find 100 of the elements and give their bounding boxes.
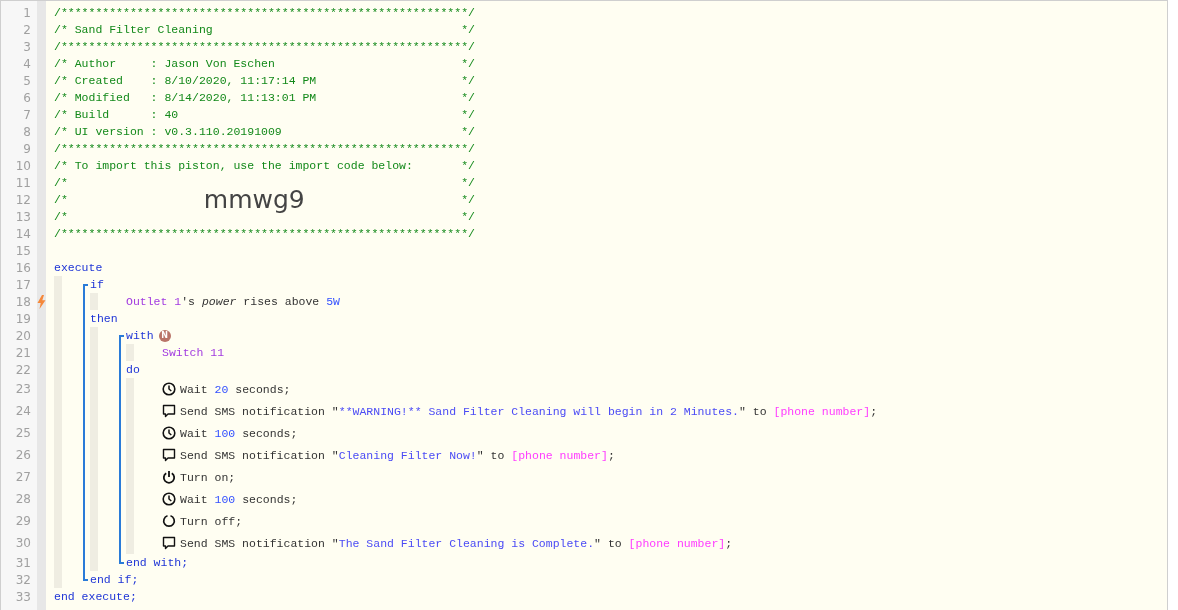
clock-icon bbox=[162, 426, 176, 440]
line-number: 6 bbox=[23, 90, 32, 105]
string-literal: The Sand Filter Cleaning is Complete. bbox=[338, 536, 595, 550]
code-keyword: then bbox=[90, 312, 118, 325]
code-text: ; bbox=[870, 404, 878, 418]
line-number: 32 bbox=[15, 572, 32, 587]
line-number: 7 bbox=[23, 107, 32, 122]
code-text: " to bbox=[476, 448, 506, 462]
import-code: mmwg9 bbox=[203, 185, 305, 214]
code-comment: /* Author : Jason Von Eschen bbox=[54, 57, 275, 70]
clock-icon bbox=[162, 382, 176, 396]
code-comment: /* Created : 8/10/2020, 11:17:14 PM bbox=[54, 74, 317, 87]
code-comment: /* bbox=[54, 193, 68, 206]
line-number: 22 bbox=[15, 362, 32, 377]
code-comment: /* UI version : v0.3.110.20191009 bbox=[54, 125, 282, 138]
line-number: 28 bbox=[15, 492, 32, 506]
speech-bubble-icon bbox=[162, 536, 176, 550]
code-comment: /* bbox=[54, 176, 68, 189]
line-number: 33 bbox=[15, 589, 32, 604]
line-number: 10 bbox=[15, 158, 32, 173]
code-comment: */ bbox=[461, 125, 475, 138]
line-number: 15 bbox=[15, 243, 32, 258]
code-comment: */ bbox=[461, 108, 475, 121]
speech-bubble-icon bbox=[162, 448, 176, 462]
mode-badge: N bbox=[158, 329, 171, 342]
variable-reference: [phone number] bbox=[628, 536, 726, 550]
line-number: 16 bbox=[15, 260, 32, 275]
power-icon bbox=[162, 470, 176, 484]
line-number: 5 bbox=[23, 73, 32, 88]
code-comment: /***********************************************************/ bbox=[54, 142, 475, 155]
code-comment: /* Sand Filter Cleaning bbox=[54, 23, 213, 36]
code-keyword: end with; bbox=[126, 556, 189, 569]
ring-icon bbox=[162, 514, 176, 528]
code-comment: */ bbox=[461, 210, 475, 223]
code-comment: /***********************************************************/ bbox=[54, 227, 475, 240]
code-comment: */ bbox=[461, 176, 475, 189]
device-name: Switch 11 bbox=[162, 346, 225, 359]
code-text: Send SMS notification " bbox=[180, 536, 339, 550]
line-number: 3 bbox=[23, 39, 32, 54]
string-literal: Cleaning Filter Now! bbox=[338, 448, 477, 462]
speech-bubble-icon bbox=[162, 404, 176, 418]
line-number: 23 bbox=[15, 382, 32, 396]
code-keyword: do bbox=[126, 363, 140, 376]
code-text: " to bbox=[739, 404, 768, 418]
variable-reference: [phone number] bbox=[773, 404, 871, 418]
line-number: 29 bbox=[15, 514, 32, 528]
code-text: ; bbox=[607, 448, 615, 462]
line-number: 11 bbox=[15, 175, 32, 190]
code-text: " to bbox=[594, 536, 623, 550]
code-comment: /***********************************************************/ bbox=[54, 40, 475, 53]
line-number: 26 bbox=[15, 448, 32, 462]
device-name: Outlet 1 bbox=[126, 295, 182, 308]
code-keyword: execute bbox=[54, 261, 103, 274]
line-number: 31 bbox=[15, 555, 32, 570]
code-comment: /***********************************************************/ bbox=[54, 6, 475, 19]
code-keyword: with bbox=[126, 329, 154, 342]
line-number: 9 bbox=[23, 141, 32, 156]
line-number: 17 bbox=[15, 277, 32, 292]
line-number: 27 bbox=[15, 470, 32, 484]
code-text: seconds; bbox=[241, 492, 298, 506]
code-comment: */ bbox=[461, 91, 475, 104]
line-number: 2 bbox=[23, 22, 32, 37]
code-comment: /* Build : 40 bbox=[54, 108, 179, 121]
line-number: 13 bbox=[15, 209, 32, 224]
code-comment: /* Modified : 8/14/2020, 11:13:01 PM bbox=[54, 91, 317, 104]
number-value: 100 bbox=[214, 426, 236, 440]
line-number: 12 bbox=[15, 192, 32, 207]
line-number: 4 bbox=[23, 56, 32, 71]
clock-icon bbox=[162, 492, 176, 506]
line-number: 19 bbox=[15, 311, 32, 326]
code-text: Wait bbox=[180, 492, 209, 506]
code-text: ; bbox=[725, 536, 733, 550]
number-value: 20 bbox=[214, 382, 229, 396]
line-number: 20 bbox=[15, 328, 32, 343]
string-literal: **WARNING!** Sand Filter Cleaning will begin in 2 Minutes. bbox=[338, 404, 739, 418]
line-number: 1 bbox=[23, 5, 32, 20]
code-comment: /* bbox=[54, 210, 68, 223]
line-number: 24 bbox=[15, 404, 32, 418]
code-text: rises above bbox=[242, 295, 321, 308]
number-value: 100 bbox=[214, 492, 236, 506]
code-comment: */ bbox=[461, 159, 475, 172]
line-number: 18 bbox=[15, 294, 32, 309]
code-comment: */ bbox=[461, 193, 475, 206]
code-keyword: if bbox=[90, 278, 104, 291]
line-number: 30 bbox=[15, 536, 32, 550]
number-value: 5W bbox=[326, 295, 340, 308]
code-keyword: end execute; bbox=[54, 590, 137, 603]
code-keyword: end if; bbox=[90, 573, 139, 586]
code-text: Turn on; bbox=[180, 470, 236, 484]
code-comment: */ bbox=[461, 74, 475, 87]
code-text: Wait bbox=[180, 382, 209, 396]
variable-reference: [phone number] bbox=[511, 448, 608, 462]
line-number: 14 bbox=[15, 226, 32, 241]
line-number: 21 bbox=[15, 345, 32, 360]
code-text: seconds; bbox=[241, 426, 298, 440]
attribute-name: power bbox=[201, 295, 237, 308]
code-text: Send SMS notification " bbox=[180, 448, 339, 462]
code-comment: /* To import this piston, use the import code below: bbox=[54, 159, 413, 172]
code-comment: */ bbox=[461, 23, 475, 36]
code-comment: */ bbox=[461, 57, 475, 70]
